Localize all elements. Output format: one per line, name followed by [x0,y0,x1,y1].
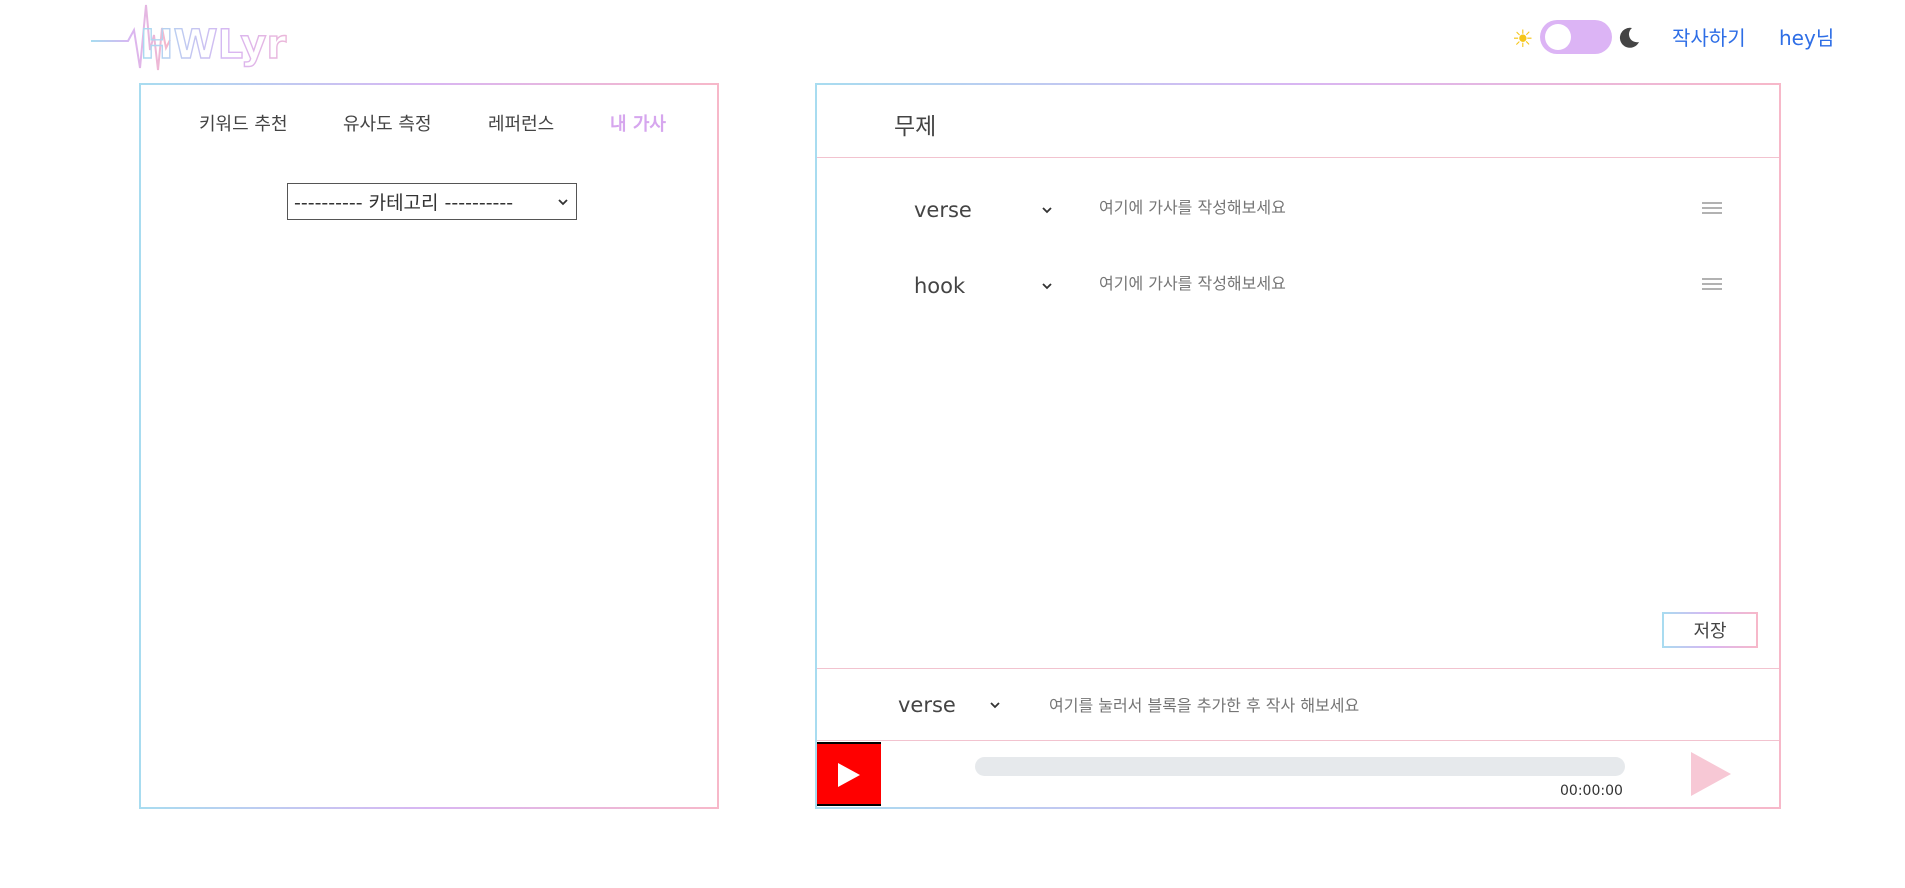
title-row: 무제 [817,85,1779,158]
moon-icon [1619,27,1639,48]
header-actions: ☀ 작사하기 hey님 [0,18,1905,60]
add-block-row: verse [817,668,1779,741]
toggle-knob [1545,24,1571,50]
lyric-input[interactable] [1099,269,1659,297]
chevron-down-icon [558,198,568,205]
save-button[interactable]: 저장 [1662,612,1758,648]
audio-player: 00:00:00 [817,741,1779,807]
add-part-select[interactable]: verse [898,689,1002,721]
drag-handle-icon[interactable] [1702,276,1722,292]
left-panel: 키워드 추천 유사도 측정 레퍼런스 내 가사 ---------- 카테고리 … [139,83,719,809]
progress-bar[interactable] [975,757,1625,776]
theme-toggle[interactable] [1540,20,1612,54]
part-select-value: hook [914,274,966,298]
category-select-value: ---------- 카테고리 ---------- [294,192,514,214]
tab-reference[interactable]: 레퍼런스 [488,111,554,139]
sun-icon: ☀ [1512,25,1534,53]
tab-similarity-measure[interactable]: 유사도 측정 [343,111,432,139]
tab-keyword-recommend[interactable]: 키워드 추천 [199,111,288,139]
chevron-down-icon [1042,207,1052,214]
lyric-input[interactable] [1099,193,1659,221]
nav-write-link[interactable]: 작사하기 [1672,24,1746,52]
part-select[interactable]: hook [914,270,1054,302]
chevron-down-icon [1042,283,1052,290]
lyric-block: hook [817,262,1779,310]
lyric-block: verse [817,186,1779,234]
chevron-down-icon [990,702,1000,709]
play-icon[interactable] [1689,751,1733,797]
youtube-play-icon [838,763,860,787]
add-block-input[interactable] [1049,691,1609,719]
add-part-select-value: verse [898,693,956,717]
panel-tabs: 키워드 추천 유사도 측정 레퍼런스 내 가사 [141,111,717,141]
time-label: 00:00:00 [1560,783,1623,799]
part-select[interactable]: verse [914,194,1054,226]
nav-user-link[interactable]: hey님 [1779,24,1834,52]
youtube-button[interactable] [817,742,881,806]
part-select-value: verse [914,198,972,222]
editor-panel: 무제 verse hook 저장 [815,83,1781,809]
drag-handle-icon[interactable] [1702,200,1722,216]
tab-my-lyrics[interactable]: 내 가사 [610,111,666,139]
category-select[interactable]: ---------- 카테고리 ---------- [287,183,577,220]
song-title[interactable]: 무제 [894,107,936,141]
